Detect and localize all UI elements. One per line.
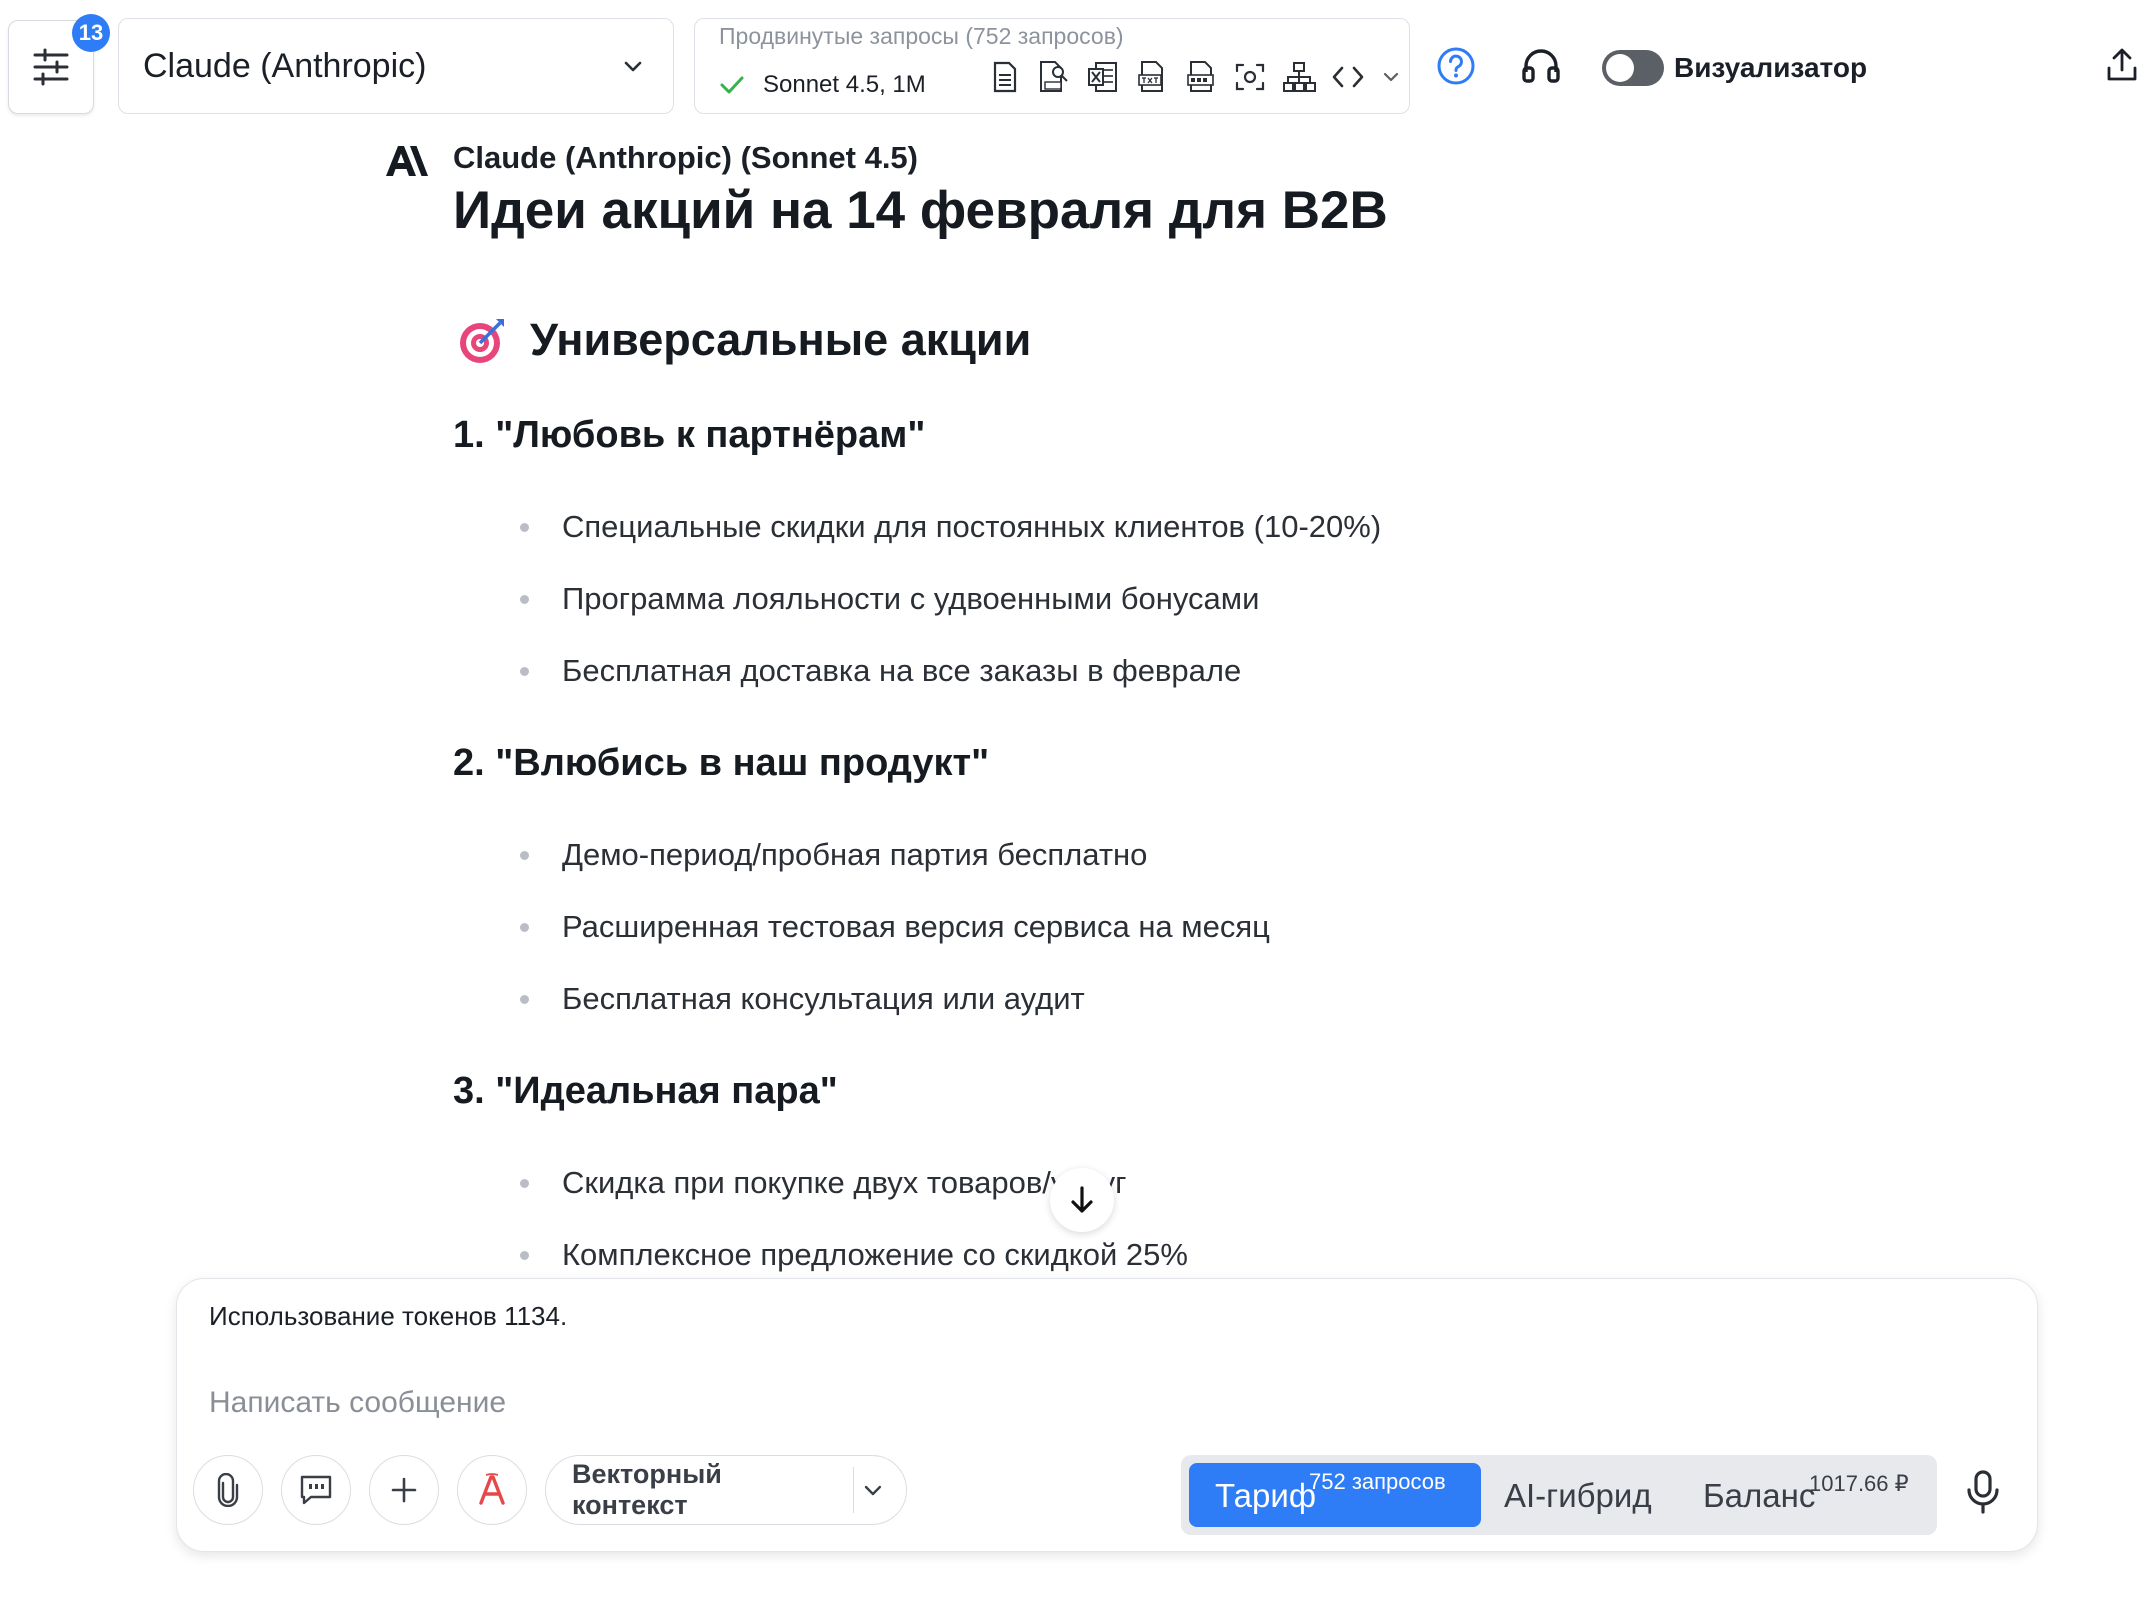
paperclip-icon xyxy=(217,1473,239,1507)
screenshot-icon[interactable] xyxy=(1232,59,1268,95)
plan-requests: 752 запросов xyxy=(1309,1469,1446,1494)
plan-label: Тариф xyxy=(1215,1477,1316,1514)
vector-context-label: Векторный контекст xyxy=(572,1459,722,1520)
section-heading: Универсальные акции xyxy=(458,314,1031,366)
list-item-text: Демо-период/пробная партия бесплатно xyxy=(562,837,1148,872)
toggle-knob xyxy=(1606,54,1634,82)
chevron-down-icon xyxy=(624,61,642,72)
vector-context-select[interactable]: Векторный контекст xyxy=(545,1455,907,1525)
model-select[interactable]: Claude (Anthropic) xyxy=(118,18,674,114)
target-icon xyxy=(458,315,508,365)
list-item-text: Специальные скидки для постоянных клиент… xyxy=(562,509,1382,544)
plus-icon xyxy=(391,1477,417,1503)
bullet-dot xyxy=(520,666,529,676)
group-heading-1: 1. "Любовь к партнёрам" xyxy=(453,414,926,456)
support-button[interactable] xyxy=(1520,46,1562,86)
text-style-button[interactable] xyxy=(457,1455,527,1525)
plan-tab-hybrid[interactable]: AI-гибрид xyxy=(1504,1477,1652,1515)
plan-switcher: Тариф 752 запросов AI-гибрид Баланс 1017… xyxy=(1181,1455,1937,1535)
list-item: Бесплатная консультация или аудит xyxy=(520,981,1085,1017)
list-item: Специальные скидки для постоянных клиент… xyxy=(520,509,1381,545)
share-button[interactable] xyxy=(2106,48,2138,82)
message-input[interactable] xyxy=(207,1379,1311,1427)
docx-icon[interactable] xyxy=(1183,59,1219,95)
section-heading-text: Универсальные акции xyxy=(530,314,1032,365)
microphone-icon xyxy=(1967,1470,1999,1514)
list-item: Комплексное предложение со скидкой 25% xyxy=(520,1237,1188,1273)
bullet-dot xyxy=(520,1250,529,1260)
list-item-text: Бесплатная доставка на все заказы в февр… xyxy=(562,653,1242,688)
bullet-dot xyxy=(520,922,529,932)
chevron-down-icon[interactable] xyxy=(1379,59,1403,95)
list-item-text: Скидка при покупке двух товаров/услуг xyxy=(562,1165,1127,1200)
check-icon xyxy=(720,76,744,94)
code-icon[interactable] xyxy=(1330,59,1366,95)
list-item-text: Бесплатная консультация или аудит xyxy=(562,981,1085,1016)
upload-icon xyxy=(2107,48,2137,81)
attach-button[interactable] xyxy=(193,1455,263,1525)
visualizer-label: Визуализатор xyxy=(1674,52,1868,83)
help-icon xyxy=(1437,47,1475,85)
anthropic-logo-icon xyxy=(384,144,428,178)
group-heading-3: 3. "Идеальная пара" xyxy=(453,1070,838,1112)
scroll-down-button[interactable] xyxy=(1050,1168,1114,1232)
help-button[interactable] xyxy=(1436,46,1476,86)
bullet-dot xyxy=(520,594,529,604)
list-item-text: Программа лояльности с удвоенными бонуса… xyxy=(562,581,1260,616)
document-icon[interactable] xyxy=(987,59,1023,95)
advanced-model: Sonnet 4.5, 1M xyxy=(719,71,926,99)
chevron-down-icon xyxy=(864,1485,882,1496)
advanced-requests-panel[interactable]: Продвинутые запросы (752 запросов) Sonne… xyxy=(694,18,1410,114)
group-heading-2: 2. "Влюбись в наш продукт" xyxy=(453,742,990,784)
plan-tab-tariff[interactable]: Тариф 752 запросов xyxy=(1189,1463,1481,1527)
add-button[interactable] xyxy=(369,1455,439,1525)
visualizer-toggle[interactable] xyxy=(1602,50,1664,86)
sliders-icon xyxy=(33,48,69,86)
list-item: Программа лояльности с удвоенными бонуса… xyxy=(520,581,1259,617)
plan-tab-balance[interactable]: Баланс xyxy=(1703,1477,1815,1515)
advanced-requests-title: Продвинутые запросы (752 запросов) xyxy=(719,23,1124,49)
balance-value: 1017.66 ₽ xyxy=(1809,1471,1909,1496)
prompts-button[interactable] xyxy=(281,1455,351,1525)
headphones-icon xyxy=(1522,49,1560,83)
sitemap-icon[interactable] xyxy=(1281,59,1317,95)
divider xyxy=(853,1467,855,1513)
list-item-text: Комплексное предложение со скидкой 25% xyxy=(562,1237,1188,1272)
bullet-dot xyxy=(520,522,529,532)
bullet-dot xyxy=(520,1178,529,1188)
list-item: Демо-период/пробная партия бесплатно xyxy=(520,837,1147,873)
txt-icon[interactable] xyxy=(1134,59,1170,95)
arrow-down-icon xyxy=(1071,1186,1093,1213)
message-composer: Использование токенов 1134. Векторный ко… xyxy=(176,1278,2038,1552)
bullet-dot xyxy=(520,850,529,860)
list-item: Бесплатная доставка на все заказы в февр… xyxy=(520,653,1241,689)
text-style-icon xyxy=(479,1473,505,1505)
model-select-label: Claude (Anthropic) xyxy=(143,46,427,85)
excel-icon[interactable] xyxy=(1085,59,1121,95)
bullet-dot xyxy=(520,994,529,1004)
list-item: Скидка при покупке двух товаров/услуг xyxy=(520,1165,1126,1201)
advanced-model-label: Sonnet 4.5, 1M xyxy=(763,71,926,98)
response-title: Идеи акций на 14 февраля для B2B xyxy=(453,181,1388,240)
notification-badge: 13 xyxy=(72,14,110,52)
pdf-icon[interactable] xyxy=(1036,59,1072,95)
list-item: Расширенная тестовая версия сервиса на м… xyxy=(520,909,1270,945)
chat-quote-icon xyxy=(300,1475,332,1505)
token-usage: Использование токенов 1134. xyxy=(209,1301,568,1331)
list-item-text: Расширенная тестовая версия сервиса на м… xyxy=(562,909,1270,944)
voice-input-button[interactable] xyxy=(1963,1469,2003,1515)
assistant-name: Claude (Anthropic) (Sonnet 4.5) xyxy=(453,140,918,175)
